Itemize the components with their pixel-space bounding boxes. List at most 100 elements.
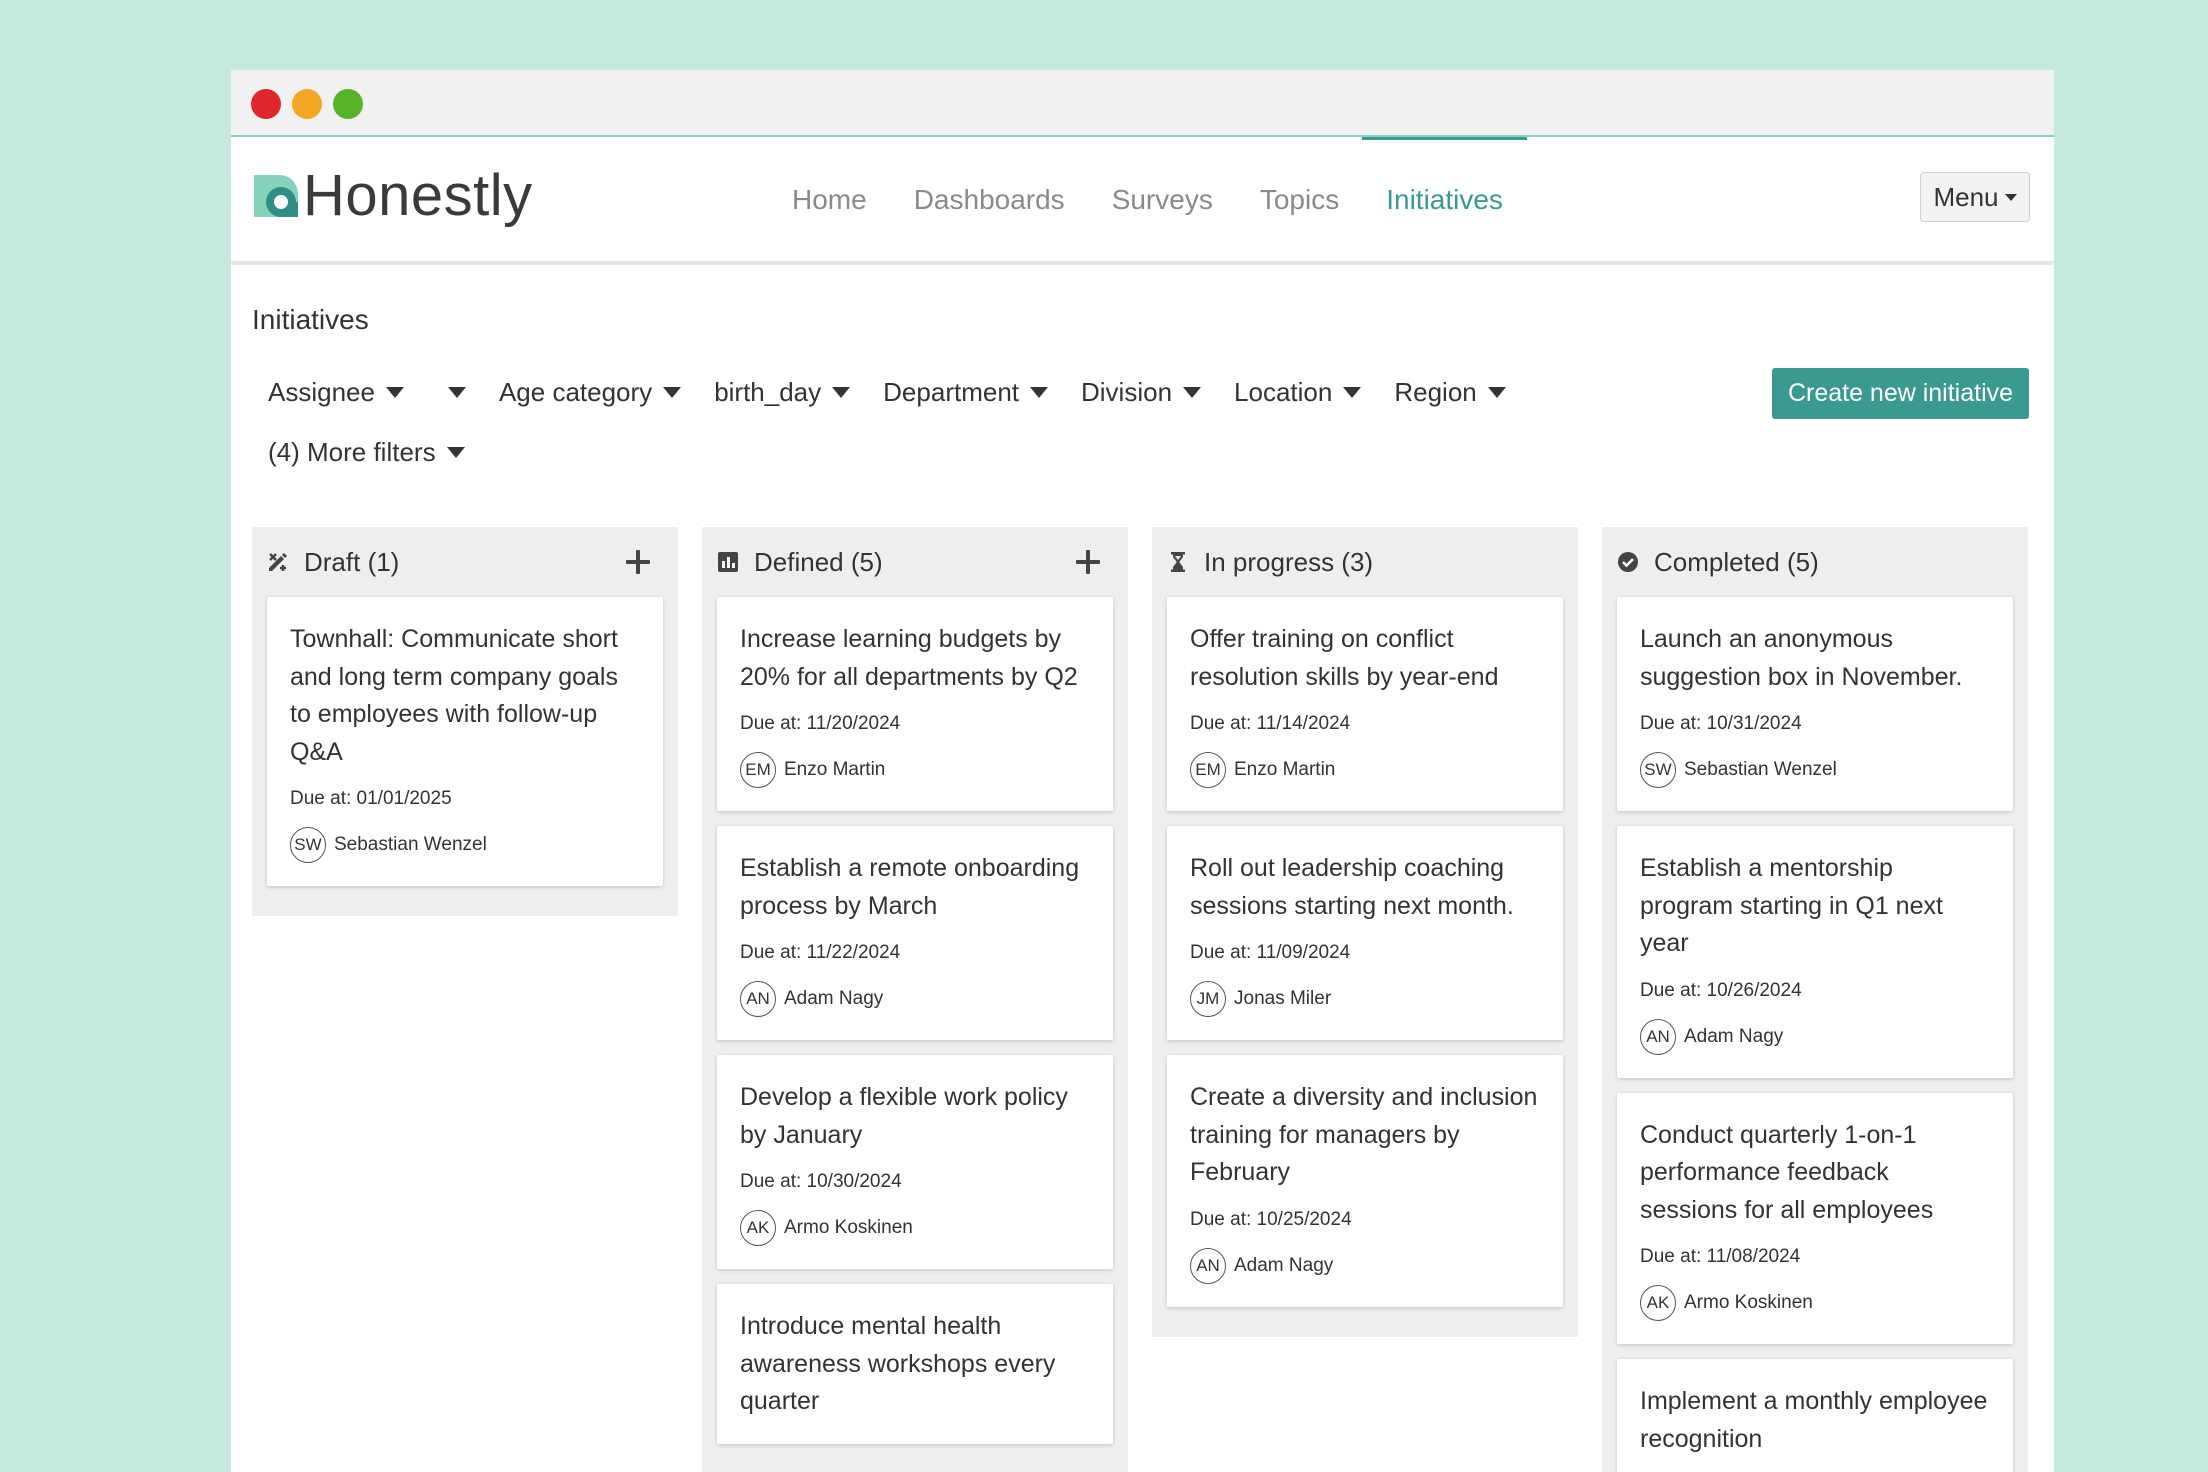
avatar: AK [740, 1210, 776, 1246]
column-defined: Defined (5) Increase learning budgets by… [702, 527, 1128, 1472]
filter-birth-day[interactable]: birth_day [714, 377, 851, 408]
card-due-date: Due at: 10/31/2024 [1640, 713, 1802, 734]
nav-initiatives[interactable]: Initiatives [1362, 137, 1527, 262]
avatar: AN [1190, 1247, 1226, 1284]
card-title: Implement a monthly employee recognition [1640, 1387, 1988, 1453]
filter-label: Region [1394, 377, 1477, 407]
card-due-date: Due at: 10/26/2024 [1640, 979, 1802, 1001]
assignee-name: Adam Nagy [1234, 1254, 1334, 1276]
card-assignee: AN Adam Nagy [1190, 1247, 1540, 1284]
nav-home[interactable]: Home [792, 137, 867, 262]
filter-bar: Assignee Age category birth_day Departme… [268, 377, 1539, 408]
assignee-name: Armo Koskinen [784, 1217, 913, 1238]
initiative-card[interactable]: Launch an anonymous suggestion box in No… [1617, 597, 2013, 811]
caret-down-icon [1030, 387, 1048, 398]
filter-region[interactable]: Region [1394, 377, 1506, 408]
assignee-name: Sebastian Wenzel [1684, 759, 1837, 780]
card-due-date: Due at: 11/09/2024 [1190, 942, 1351, 963]
column-header: Draft (1) [267, 527, 663, 597]
caret-down-icon [446, 447, 465, 458]
card-assignee: SW Sebastian Wenzel [290, 827, 640, 863]
filter-department[interactable]: Department [883, 377, 1048, 408]
avatar: AN [1640, 1018, 1676, 1055]
avatar: AK [1640, 1285, 1676, 1321]
minimize-window-button[interactable] [292, 89, 322, 119]
initiative-card[interactable]: Develop a flexible work policy by Januar… [717, 1055, 1113, 1269]
assignee-name: Adam Nagy [1684, 1025, 1784, 1047]
hourglass-icon [1167, 551, 1189, 573]
nav-topics[interactable]: Topics [1260, 137, 1339, 262]
check-circle-icon [1617, 551, 1639, 573]
chart-icon [717, 551, 739, 573]
app-window: Honestly Home Dashboards Surveys Topics … [231, 70, 2054, 1472]
brand-logo[interactable]: Honestly [251, 167, 533, 225]
filter-assignee[interactable]: Assignee [268, 377, 404, 408]
filter-label: Department [883, 377, 1019, 407]
more-filters-dropdown[interactable]: (4) More filters [268, 437, 465, 468]
add-card-button[interactable] [1071, 545, 1105, 579]
card-title: Offer training on conflict resolution sk… [1190, 625, 1499, 691]
filter-label: Age category [498, 377, 653, 407]
caret-down-icon [663, 387, 682, 398]
initiative-card[interactable]: Implement a monthly employee recognition [1617, 1359, 2013, 1472]
card-due-date: Due at: 11/08/2024 [1640, 1246, 1801, 1267]
card-assignee: AN Adam Nagy [740, 981, 1090, 1017]
filter-label: birth_day [714, 377, 822, 407]
avatar: EM [740, 752, 776, 788]
filter-label: Assignee [268, 377, 375, 407]
column-completed: Completed (5) Launch an anonymous sugges… [1602, 527, 2028, 1472]
main-content: Initiatives Assignee Age category birth_… [231, 265, 2054, 1472]
filter-unnamed[interactable] [437, 387, 466, 398]
column-header: In progress (3) [1167, 527, 1563, 597]
assignee-name: Enzo Martin [784, 759, 886, 780]
card-assignee: SW Sebastian Wenzel [1640, 752, 1990, 788]
assignee-name: Jonas Miler [1234, 988, 1332, 1009]
top-navbar: Honestly Home Dashboards Surveys Topics … [231, 137, 2054, 262]
avatar: EM [1190, 752, 1226, 788]
avatar: SW [1640, 752, 1676, 788]
caret-down-icon [447, 387, 466, 398]
card-title: Roll out leadership coaching sessions st… [1190, 854, 1514, 920]
filter-division[interactable]: Division [1081, 377, 1202, 408]
initiative-card[interactable]: Establish a mentorship program starting … [1617, 826, 2013, 1078]
initiative-card[interactable]: Townhall: Communicate short and long ter… [267, 597, 663, 886]
nav-dashboards[interactable]: Dashboards [914, 137, 1065, 262]
assignee-name: Enzo Martin [1234, 759, 1336, 780]
nav-surveys[interactable]: Surveys [1112, 137, 1213, 262]
menu-button[interactable]: Menu [1920, 172, 2030, 222]
card-due-date: Due at: 11/20/2024 [740, 713, 901, 734]
more-filters-label: (4) More filters [268, 437, 436, 467]
initiative-card[interactable]: Introduce mental health awareness worksh… [717, 1284, 1113, 1444]
initiative-card[interactable]: Establish a remote onboarding process by… [717, 826, 1113, 1040]
initiative-card[interactable]: Offer training on conflict resolution sk… [1167, 597, 1563, 811]
filter-age-category[interactable]: Age category [498, 377, 682, 408]
card-title: Develop a flexible work policy by Januar… [740, 1083, 1068, 1149]
card-assignee: AN Adam Nagy [1640, 1018, 1990, 1055]
filter-label: Location [1234, 377, 1333, 407]
column-title: Draft (1) [304, 546, 400, 577]
caret-down-icon [1487, 387, 1506, 398]
honestly-logo-icon [254, 175, 298, 217]
close-window-button[interactable] [251, 89, 281, 119]
card-title: Introduce mental health awareness worksh… [740, 1312, 1056, 1415]
card-assignee: AK Armo Koskinen [740, 1210, 1090, 1246]
avatar: AN [740, 981, 776, 1017]
card-assignee: EM Enzo Martin [1190, 752, 1540, 788]
column-title: In progress (3) [1204, 546, 1374, 577]
card-title: Establish a mentorship program starting … [1640, 854, 1943, 957]
initiative-card[interactable]: Roll out leadership coaching sessions st… [1167, 826, 1563, 1040]
add-card-button[interactable] [621, 545, 655, 579]
maximize-window-button[interactable] [333, 89, 363, 119]
create-initiative-button[interactable]: Create new initiative [1772, 368, 2029, 419]
avatar: JM [1190, 981, 1226, 1017]
draft-pencil-icon [267, 551, 289, 573]
initiative-card[interactable]: Increase learning budgets by 20% for all… [717, 597, 1113, 811]
initiative-card[interactable]: Conduct quarterly 1-on-1 performance fee… [1617, 1092, 2013, 1344]
brand-name: Honestly [303, 163, 533, 228]
initiative-card[interactable]: Create a diversity and inclusion trainin… [1167, 1055, 1563, 1307]
card-title: Create a diversity and inclusion trainin… [1190, 1083, 1538, 1186]
card-assignee: JM Jonas Miler [1190, 981, 1540, 1017]
card-title: Conduct quarterly 1-on-1 performance fee… [1640, 1120, 1934, 1224]
card-title: Establish a remote onboarding process by… [740, 854, 1080, 920]
filter-location[interactable]: Location [1234, 377, 1362, 408]
